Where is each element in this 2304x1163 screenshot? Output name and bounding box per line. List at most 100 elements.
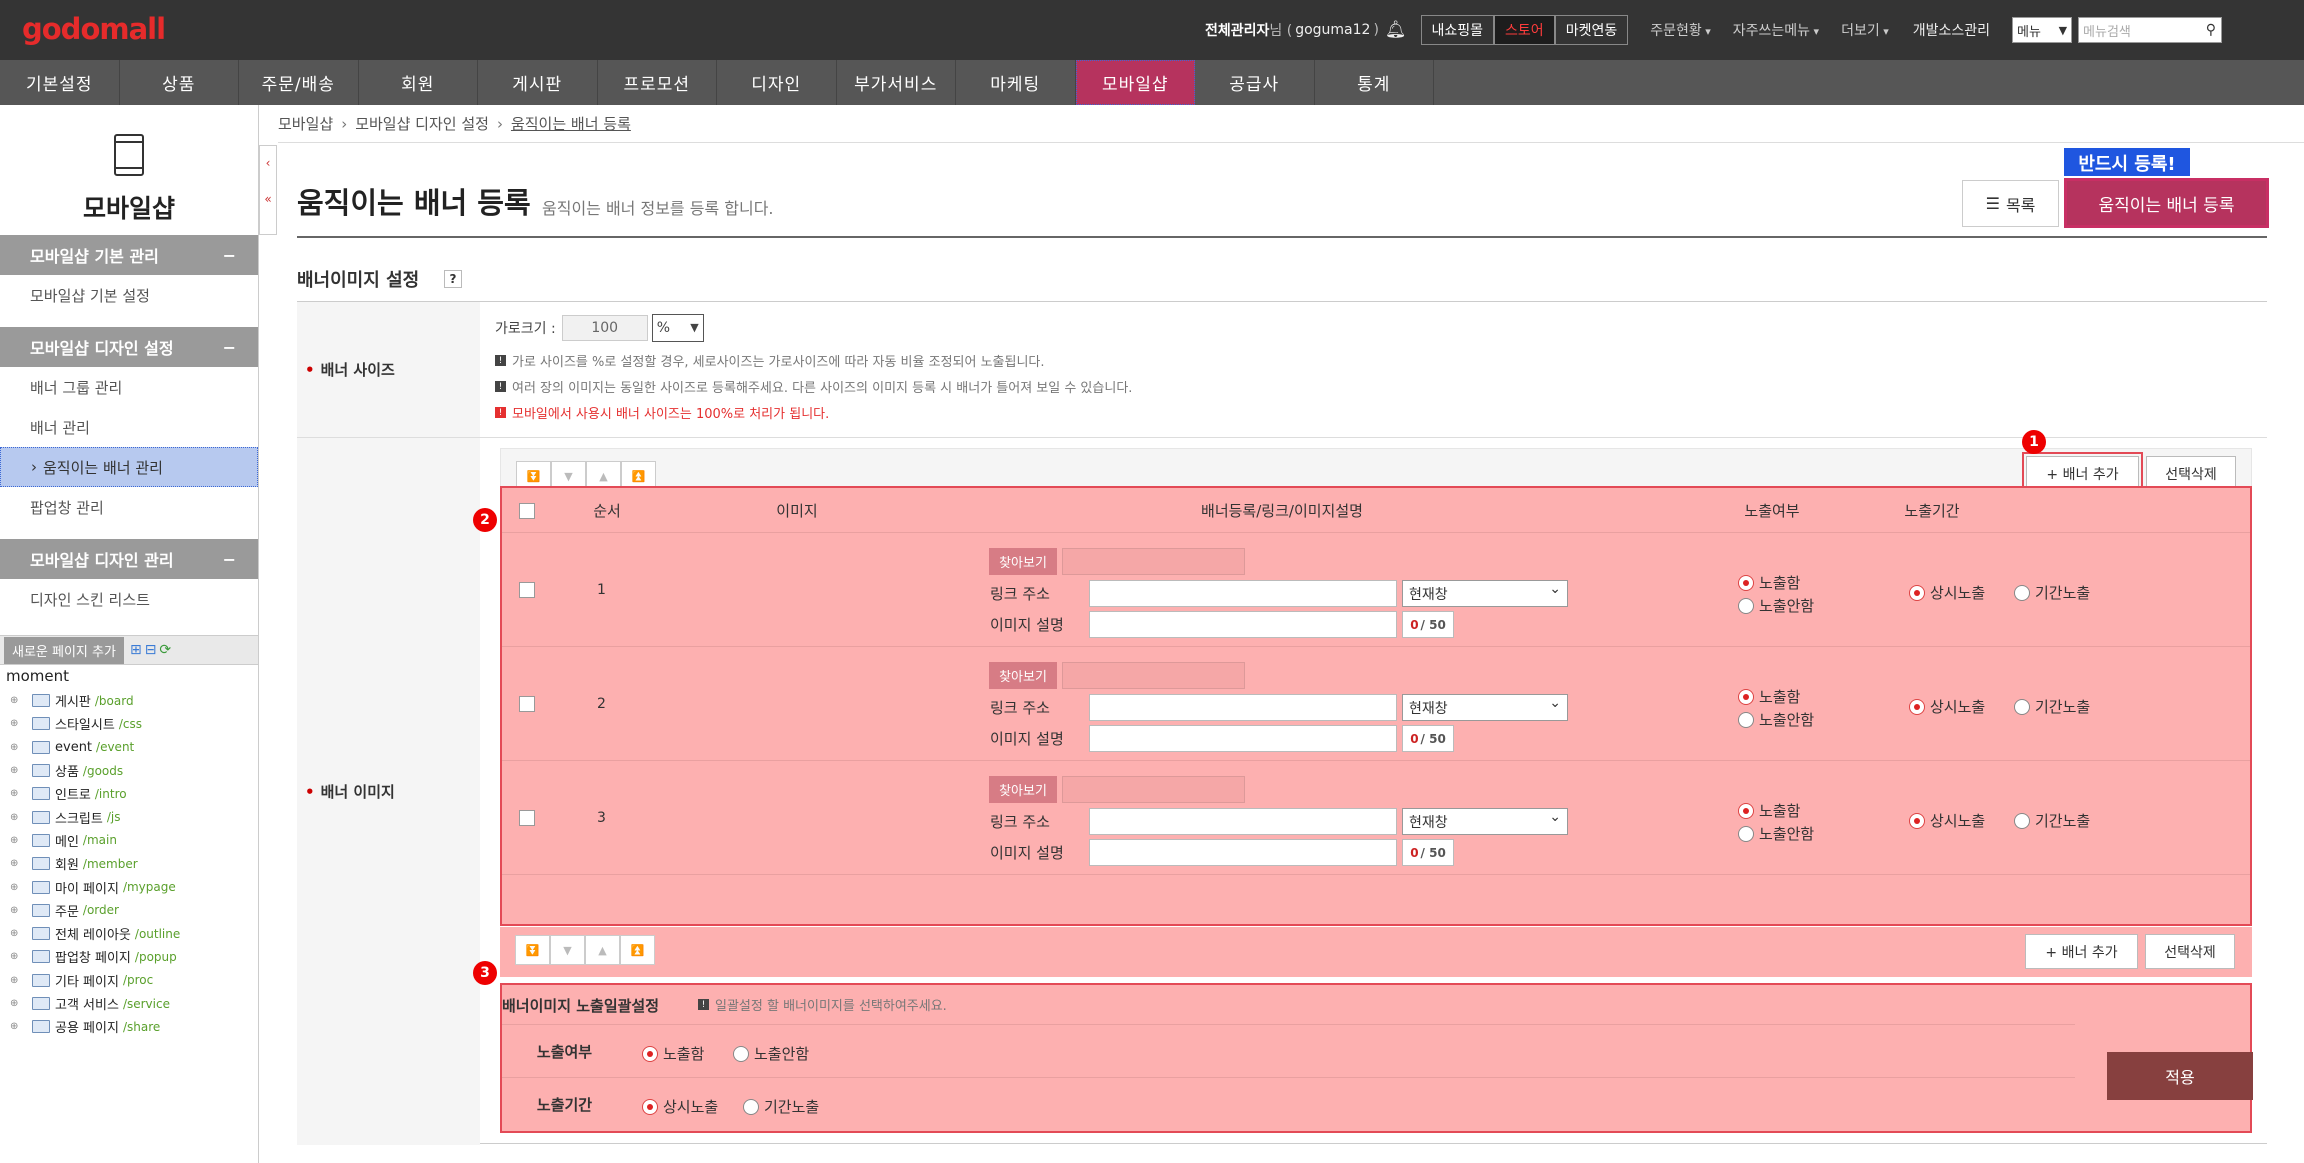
tree-node[interactable]: ⊕ 기타 페이지/proc — [6, 969, 258, 992]
sidebar-item-moving-banner[interactable]: › 움직이는 배너 관리 — [0, 447, 258, 487]
range-radio[interactable]: 기간노출 — [2014, 582, 2090, 603]
search-icon[interactable]: ⚲ — [2206, 22, 2216, 38]
delete-selected-button[interactable]: 선택삭제 — [2145, 934, 2235, 969]
expand-icon[interactable]: ⊕ — [10, 788, 20, 799]
tree-root[interactable]: moment — [6, 667, 258, 689]
tree-expand-icon[interactable]: ⊞ — [130, 642, 142, 658]
godomall-logo[interactable]: godomall — [22, 12, 166, 46]
tree-collapse-icon[interactable]: ⊟ — [145, 642, 157, 658]
sidebar-item-banner[interactable]: 배너 관리 — [0, 407, 258, 447]
bulk-show-radio[interactable]: 노출함 — [642, 1043, 704, 1064]
nav-marketing[interactable]: 마케팅 — [956, 60, 1076, 105]
file-path-input[interactable] — [1062, 548, 1245, 575]
expand-icon[interactable]: ⊕ — [10, 951, 20, 962]
add-page-button[interactable]: 새로운 페이지 추가 — [4, 636, 124, 664]
always-radio[interactable]: 상시노출 — [1909, 582, 1985, 603]
expand-icon[interactable]: ⊕ — [10, 742, 20, 753]
hide-radio[interactable]: 노출안함 — [1738, 709, 1814, 730]
expand-icon[interactable]: ⊕ — [10, 1021, 20, 1032]
nav-board[interactable]: 게시판 — [478, 60, 598, 105]
select-all-checkbox[interactable] — [519, 502, 535, 519]
breadcrumb-current[interactable]: 움직이는 배너 등록 — [511, 113, 631, 134]
find-file-button[interactable]: 찾아보기 — [989, 548, 1057, 575]
width-input[interactable]: 100 — [561, 315, 648, 341]
add-banner-button[interactable]: + 배너 추가 — [2025, 934, 2138, 969]
bulk-hide-radio[interactable]: 노출안함 — [733, 1043, 809, 1064]
nav-mobile-shop[interactable]: 모바일샵 — [1075, 60, 1195, 105]
help-icon[interactable]: ? — [444, 270, 462, 288]
show-radio[interactable]: 노출함 — [1738, 686, 1800, 707]
bulk-always-radio[interactable]: 상시노출 — [642, 1096, 718, 1117]
tree-node[interactable]: ⊕ 회원/member — [6, 852, 258, 875]
expand-icon[interactable]: ⊕ — [10, 882, 20, 893]
apply-button[interactable]: 적용 — [2107, 1052, 2253, 1100]
bell-icon[interactable]: 🔔︎ — [1385, 20, 1407, 40]
hide-radio[interactable]: 노출안함 — [1738, 595, 1814, 616]
expand-icon[interactable]: ⊕ — [10, 975, 20, 986]
nav-promotion[interactable]: 프로모션 — [598, 60, 717, 105]
nav-statistics[interactable]: 통계 — [1315, 60, 1434, 105]
expand-icon[interactable]: ⊕ — [10, 718, 20, 729]
search-input[interactable]: 메뉴검색 ⚲ — [2078, 17, 2223, 43]
my-shop-button[interactable]: 내쇼핑몰 — [1420, 15, 1495, 45]
expand-icon[interactable]: ⊕ — [10, 835, 20, 846]
sidebar-section-design-settings[interactable]: 모바일샵 디자인 설정 − — [0, 327, 258, 367]
hide-radio[interactable]: 노출안함 — [1738, 823, 1814, 844]
expand-icon[interactable]: ⊕ — [10, 765, 20, 776]
sidebar-item-skin-list[interactable]: 디자인 스킨 리스트 — [0, 579, 258, 619]
tree-node[interactable]: ⊕ event/event — [6, 736, 258, 759]
list-button[interactable]: ☰ 목록 — [1962, 180, 2059, 227]
tree-node[interactable]: ⊕ 주문/order — [6, 899, 258, 922]
target-select[interactable]: 현재창 — [1402, 694, 1568, 721]
sidebar-item-basic-settings[interactable]: 모바일샵 기본 설정 — [0, 275, 258, 315]
range-radio[interactable]: 기간노출 — [2014, 696, 2090, 717]
order-status-dropdown[interactable]: 주문현황 — [1650, 20, 1711, 40]
expand-icon[interactable]: ⊕ — [10, 695, 20, 706]
link-input[interactable] — [1089, 694, 1397, 721]
sidebar-section-design-manage[interactable]: 모바일샵 디자인 관리 − — [0, 539, 258, 579]
file-path-input[interactable] — [1062, 776, 1245, 803]
tree-node[interactable]: ⊕ 상품/goods — [6, 759, 258, 782]
range-radio[interactable]: 기간노출 — [2014, 810, 2090, 831]
expand-icon[interactable]: ⊕ — [10, 812, 20, 823]
target-select[interactable]: 현재창 — [1402, 580, 1568, 607]
row-checkbox[interactable] — [519, 810, 535, 826]
nav-addon[interactable]: 부가서비스 — [837, 60, 956, 105]
move-up-button[interactable]: ▲ — [585, 935, 620, 965]
collapse-left-icon[interactable]: ‹ — [260, 156, 276, 170]
dev-source-link[interactable]: 개발소스관리 — [1913, 20, 1990, 40]
always-radio[interactable]: 상시노출 — [1909, 810, 1985, 831]
tree-node[interactable]: ⊕ 게시판/board — [6, 689, 258, 712]
nav-supplier[interactable]: 공급사 — [1195, 60, 1315, 105]
link-input[interactable] — [1089, 808, 1397, 835]
find-file-button[interactable]: 찾아보기 — [989, 662, 1057, 689]
tree-node[interactable]: ⊕ 전체 레이아웃/outline — [6, 922, 258, 945]
nav-products[interactable]: 상품 — [120, 60, 239, 105]
expand-icon[interactable]: ⊕ — [10, 928, 20, 939]
tree-node[interactable]: ⊕ 공용 페이지/share — [6, 1015, 258, 1038]
breadcrumb-item[interactable]: 모바일샵 — [278, 113, 333, 134]
move-bottom-button[interactable]: ⏬ — [515, 935, 550, 965]
link-input[interactable] — [1089, 580, 1397, 607]
find-file-button[interactable]: 찾아보기 — [989, 776, 1057, 803]
expand-icon[interactable]: ⊕ — [10, 998, 20, 1009]
register-moving-banner-button[interactable]: 움직이는 배너 등록 — [2062, 176, 2271, 230]
sidebar-collapse-handle[interactable]: ‹ « — [259, 145, 277, 235]
tree-node[interactable]: ⊕ 스크립트/js — [6, 805, 258, 828]
sidebar-item-banner-group[interactable]: 배너 그룹 관리 — [0, 367, 258, 407]
nav-basic-settings[interactable]: 기본설정 — [0, 60, 120, 105]
unit-select[interactable]: % ▼ — [651, 314, 704, 342]
target-select[interactable]: 현재창 — [1402, 808, 1568, 835]
expand-icon[interactable]: ⊕ — [10, 858, 20, 869]
refresh-icon[interactable]: ⟳ — [159, 642, 171, 658]
favorite-menu-dropdown[interactable]: 자주쓰는메뉴 — [1733, 20, 1819, 40]
show-radio[interactable]: 노출함 — [1738, 800, 1800, 821]
tree-node[interactable]: ⊕ 마이 페이지/mypage — [6, 875, 258, 898]
desc-input[interactable] — [1089, 725, 1397, 752]
tree-node[interactable]: ⊕ 고객 서비스/service — [6, 992, 258, 1015]
menu-select[interactable]: 메뉴 ▼ — [2012, 17, 2073, 43]
nav-orders[interactable]: 주문/배송 — [239, 60, 359, 105]
file-path-input[interactable] — [1062, 662, 1245, 689]
market-link-button[interactable]: 마켓연동 — [1554, 15, 1629, 45]
breadcrumb-item[interactable]: 모바일샵 디자인 설정 — [355, 113, 489, 134]
